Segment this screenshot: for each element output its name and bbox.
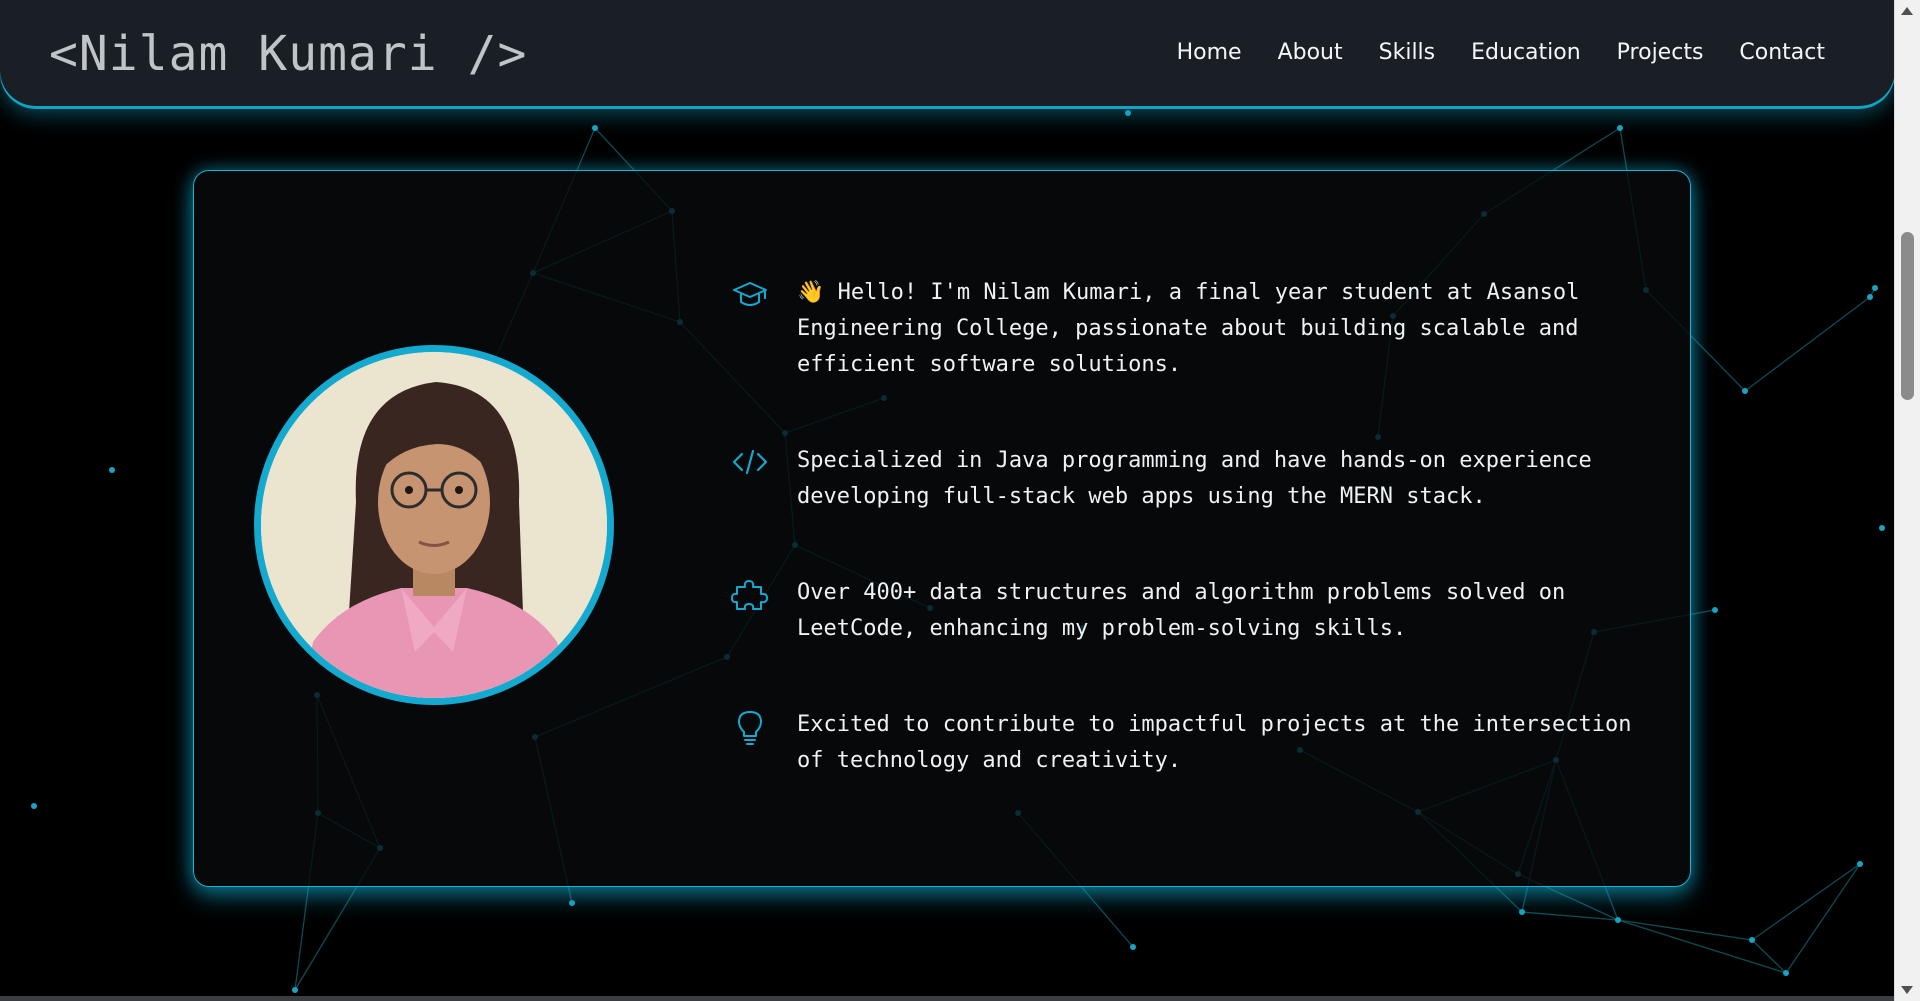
scrollbar-thumb[interactable]: [1901, 232, 1914, 400]
scroll-up-icon[interactable]: [1901, 7, 1913, 15]
brand-logo[interactable]: <Nilam Kumari />: [49, 24, 527, 84]
scroll-down-icon[interactable]: [1901, 986, 1913, 994]
vertical-scrollbar[interactable]: [1894, 0, 1920, 1001]
nav-link-home[interactable]: Home: [1177, 38, 1242, 68]
nav-link-skills[interactable]: Skills: [1379, 38, 1436, 68]
about-fact-item: 👋 Hello! I'm Nilam Kumari, a final year …: [731, 275, 1671, 383]
bottom-edge: [0, 996, 1895, 1001]
about-fact-item: Excited to contribute to impactful proje…: [731, 707, 1671, 779]
puzzle-icon: [731, 575, 769, 613]
nav-link-about[interactable]: About: [1278, 38, 1343, 68]
profile-photo: [254, 345, 614, 705]
about-fact-excited: Excited to contribute to impactful proje…: [797, 712, 1632, 773]
about-fact-leetcode: Over 400+ data structures and algorithm …: [797, 580, 1566, 641]
nav-link-contact[interactable]: Contact: [1739, 38, 1825, 68]
lightbulb-icon: [731, 707, 769, 745]
about-fact-intro: 👋 Hello! I'm Nilam Kumari, a final year …: [797, 280, 1580, 377]
navbar: <Nilam Kumari /> Home About Skills Educa…: [0, 0, 1895, 106]
nav-link-education[interactable]: Education: [1471, 38, 1581, 68]
about-fact-java: Specialized in Java programming and have…: [797, 448, 1592, 509]
nav-link-projects[interactable]: Projects: [1617, 38, 1704, 68]
graduation-cap-icon: [731, 275, 769, 313]
code-icon: [731, 443, 769, 481]
about-fact-item: Specialized in Java programming and have…: [731, 443, 1671, 515]
about-fact-item: Over 400+ data structures and algorithm …: [731, 575, 1671, 647]
about-card: 👋 Hello! I'm Nilam Kumari, a final year …: [193, 170, 1691, 887]
main-nav: Home About Skills Education Projects Con…: [1177, 38, 1825, 68]
about-facts-list: 👋 Hello! I'm Nilam Kumari, a final year …: [731, 275, 1671, 839]
